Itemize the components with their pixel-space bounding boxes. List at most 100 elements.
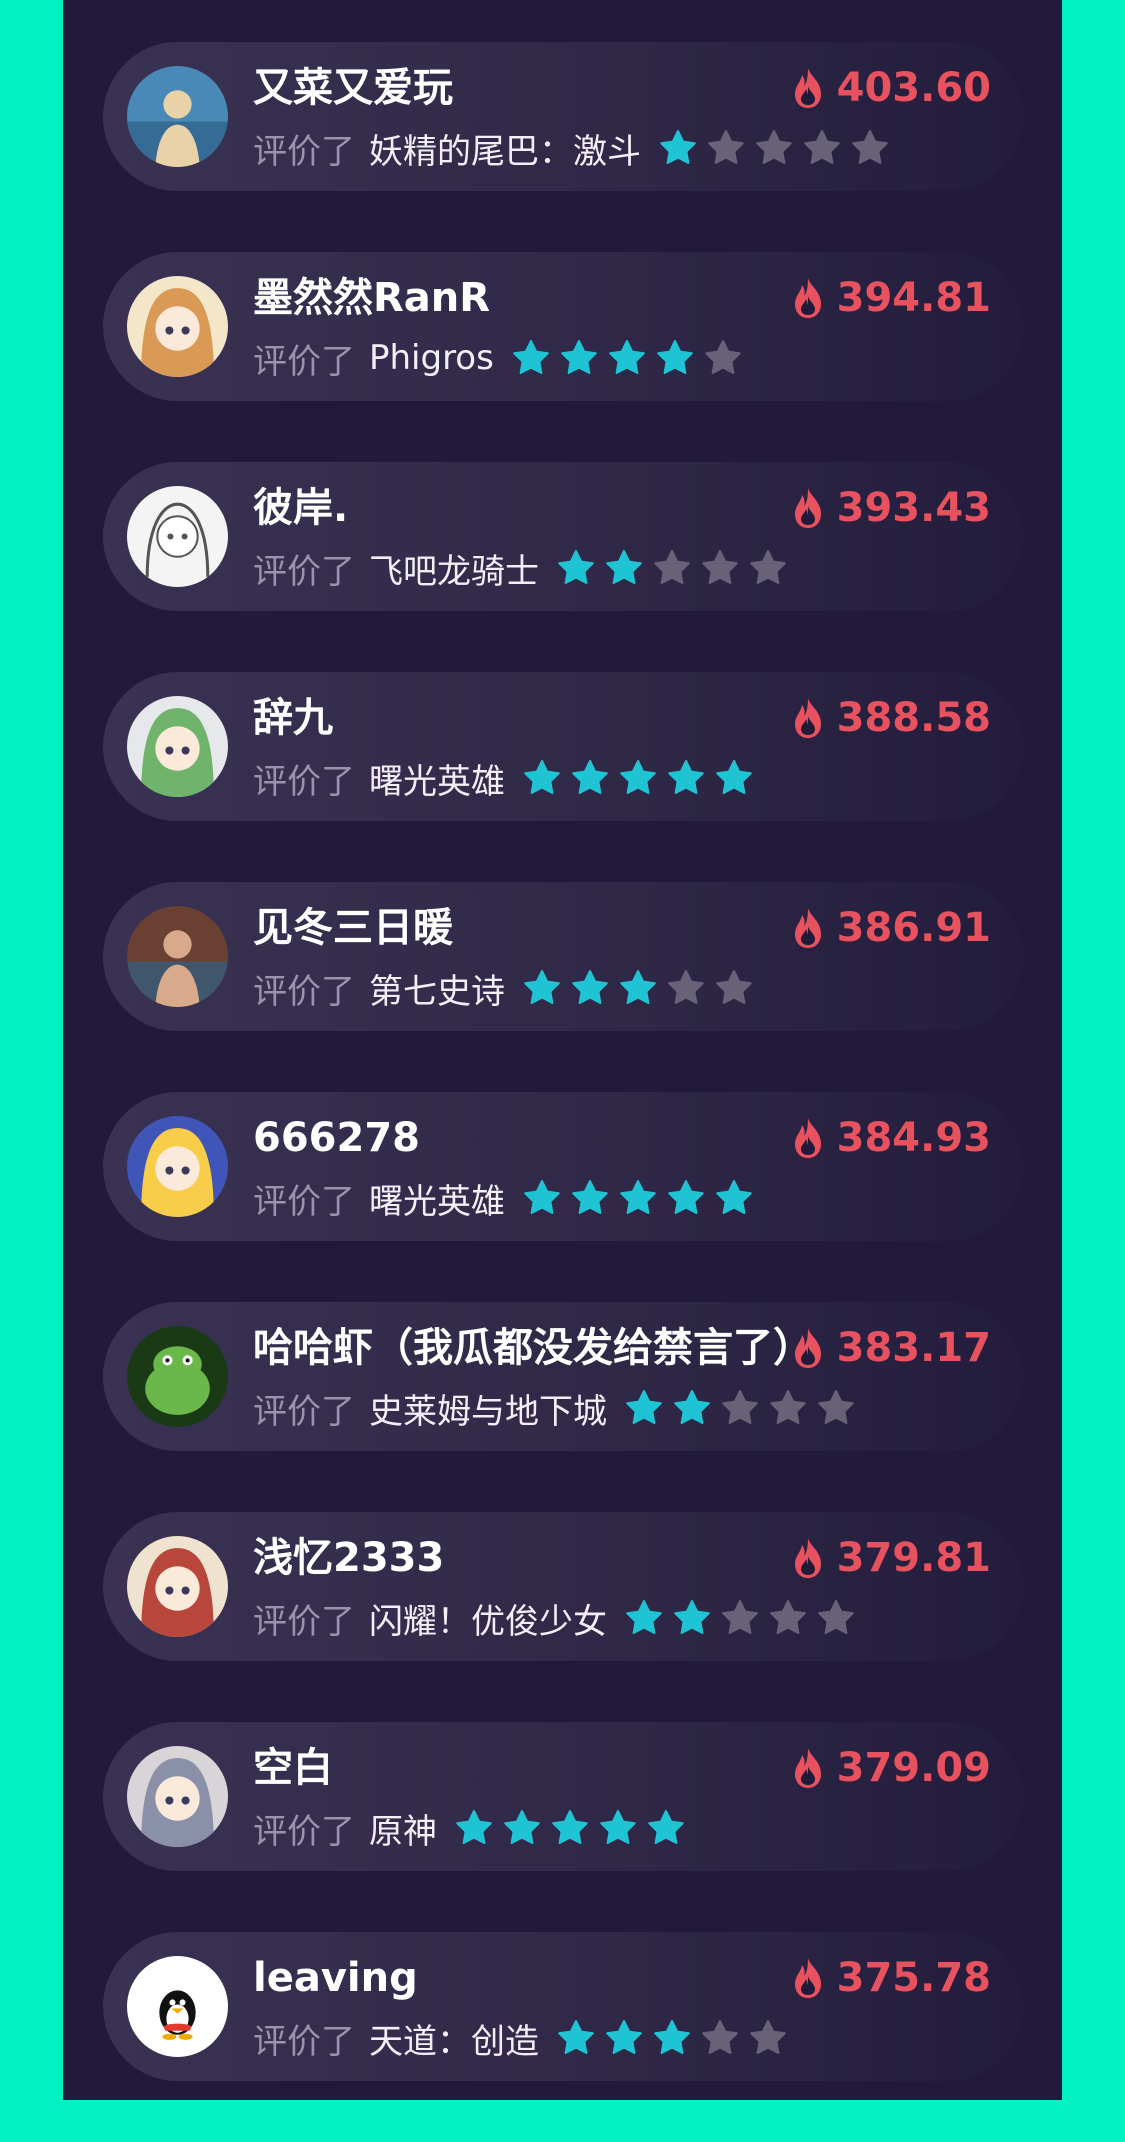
avatar[interactable] bbox=[127, 66, 228, 167]
star-empty-icon bbox=[704, 339, 742, 377]
heat-score-value: 403.60 bbox=[836, 65, 991, 111]
avatar[interactable] bbox=[127, 1326, 228, 1427]
star-empty-icon bbox=[817, 1599, 855, 1637]
star-rating bbox=[523, 969, 763, 1007]
star-empty-icon bbox=[749, 2019, 787, 2057]
game-title[interactable]: 曙光英雄 bbox=[369, 1174, 505, 1223]
heat-score: 379.09 bbox=[791, 1744, 991, 1792]
game-title[interactable]: 曙光英雄 bbox=[369, 754, 505, 803]
star-filled-icon bbox=[647, 1809, 685, 1847]
heat-score-value: 379.09 bbox=[836, 1745, 991, 1791]
user-name[interactable]: 空白 bbox=[253, 1744, 333, 1792]
review-verb: 评价了 bbox=[253, 971, 355, 1012]
review-verb: 评价了 bbox=[253, 341, 355, 382]
ranking-row-1[interactable]: 又菜又爱玩 403.60 评价了 妖精的尾巴：激斗 bbox=[103, 42, 1023, 191]
star-filled-icon bbox=[557, 549, 595, 587]
heat-score-value: 394.81 bbox=[836, 275, 991, 321]
game-title[interactable]: 妖精的尾巴：激斗 bbox=[369, 124, 641, 173]
avatar[interactable] bbox=[127, 486, 228, 587]
ranking-row-3[interactable]: 彼岸. 393.43 评价了 飞吧龙骑士 bbox=[103, 462, 1023, 611]
heat-score: 388.58 bbox=[791, 694, 991, 742]
avatar[interactable] bbox=[127, 906, 228, 1007]
star-rating bbox=[557, 549, 797, 587]
user-name[interactable]: leaving bbox=[253, 1954, 418, 2002]
avatar[interactable] bbox=[127, 1116, 228, 1217]
user-name[interactable]: 哈哈虾（我瓜都没发给禁言了） bbox=[253, 1324, 813, 1372]
ranking-row-9[interactable]: 空白 379.09 评价了 原神 bbox=[103, 1722, 1023, 1871]
star-filled-icon bbox=[455, 1809, 493, 1847]
game-title[interactable]: 飞吧龙骑士 bbox=[369, 544, 539, 593]
review-line: 评价了 Phigros bbox=[253, 336, 752, 382]
heat-score: 375.78 bbox=[791, 1954, 991, 2002]
user-name[interactable]: 彼岸. bbox=[253, 484, 348, 532]
ranking-row-7[interactable]: 哈哈虾（我瓜都没发给禁言了） 383.17 评价了 史莱姆与地下城 bbox=[103, 1302, 1023, 1451]
user-name[interactable]: 墨然然RanR bbox=[253, 274, 490, 322]
star-filled-icon bbox=[619, 1179, 657, 1217]
review-verb: 评价了 bbox=[253, 551, 355, 592]
heat-score: 386.91 bbox=[791, 904, 991, 952]
game-title[interactable]: 天道：创造 bbox=[369, 2014, 539, 2063]
ranking-row-10[interactable]: leaving 375.78 评价了 天道：创造 bbox=[103, 1932, 1023, 2081]
review-verb: 评价了 bbox=[253, 131, 355, 172]
heat-score: 384.93 bbox=[791, 1114, 991, 1162]
star-rating bbox=[512, 339, 752, 377]
avatar[interactable] bbox=[127, 1746, 228, 1847]
user-name[interactable]: 见冬三日暖 bbox=[253, 904, 453, 952]
game-title[interactable]: Phigros bbox=[369, 338, 494, 378]
heat-score: 394.81 bbox=[791, 274, 991, 322]
review-verb: 评价了 bbox=[253, 1811, 355, 1852]
game-title[interactable]: 史莱姆与地下城 bbox=[369, 1384, 607, 1433]
review-line: 评价了 妖精的尾巴：激斗 bbox=[253, 124, 899, 173]
star-filled-icon bbox=[659, 129, 697, 167]
star-filled-icon bbox=[656, 339, 694, 377]
ranking-row-8[interactable]: 浅忆2333 379.81 评价了 闪耀！优俊少女 bbox=[103, 1512, 1023, 1661]
star-filled-icon bbox=[608, 339, 646, 377]
star-filled-icon bbox=[523, 969, 561, 1007]
flame-icon bbox=[791, 1116, 825, 1160]
ranking-row-5[interactable]: 见冬三日暖 386.91 评价了 第七史诗 bbox=[103, 882, 1023, 1031]
star-empty-icon bbox=[707, 129, 745, 167]
avatar[interactable] bbox=[127, 276, 228, 377]
review-verb: 评价了 bbox=[253, 2021, 355, 2062]
star-filled-icon bbox=[512, 339, 550, 377]
game-title[interactable]: 闪耀！优俊少女 bbox=[369, 1594, 607, 1643]
flame-icon bbox=[791, 696, 825, 740]
review-verb: 评价了 bbox=[253, 1181, 355, 1222]
user-name[interactable]: 又菜又爱玩 bbox=[253, 64, 453, 112]
review-verb: 评价了 bbox=[253, 761, 355, 802]
avatar[interactable] bbox=[127, 1536, 228, 1637]
star-rating bbox=[557, 2019, 797, 2057]
ranking-row-4[interactable]: 辞九 388.58 评价了 曙光英雄 bbox=[103, 672, 1023, 821]
star-empty-icon bbox=[803, 129, 841, 167]
user-name[interactable]: 辞九 bbox=[253, 694, 333, 742]
ranking-row-6[interactable]: 666278 384.93 评价了 曙光英雄 bbox=[103, 1092, 1023, 1241]
ranking-row-2[interactable]: 墨然然RanR 394.81 评价了 Phigros bbox=[103, 252, 1023, 401]
star-filled-icon bbox=[625, 1389, 663, 1427]
star-filled-icon bbox=[619, 969, 657, 1007]
star-empty-icon bbox=[701, 2019, 739, 2057]
star-rating bbox=[659, 129, 899, 167]
star-filled-icon bbox=[673, 1389, 711, 1427]
star-rating bbox=[523, 1179, 763, 1217]
avatar[interactable] bbox=[127, 1956, 228, 2057]
flame-icon bbox=[791, 1536, 825, 1580]
heat-score: 403.60 bbox=[791, 64, 991, 112]
game-title[interactable]: 原神 bbox=[369, 1804, 437, 1853]
star-filled-icon bbox=[673, 1599, 711, 1637]
review-line: 评价了 天道：创造 bbox=[253, 2014, 797, 2063]
flame-icon bbox=[791, 486, 825, 530]
star-filled-icon bbox=[571, 759, 609, 797]
review-line: 评价了 闪耀！优俊少女 bbox=[253, 1594, 865, 1643]
heat-score-value: 375.78 bbox=[836, 1955, 991, 2001]
star-rating bbox=[625, 1599, 865, 1637]
review-verb: 评价了 bbox=[253, 1391, 355, 1432]
avatar[interactable] bbox=[127, 696, 228, 797]
review-line: 评价了 曙光英雄 bbox=[253, 1174, 763, 1223]
user-name[interactable]: 666278 bbox=[253, 1114, 420, 1162]
star-rating bbox=[455, 1809, 695, 1847]
star-filled-icon bbox=[653, 2019, 691, 2057]
user-name[interactable]: 浅忆2333 bbox=[253, 1534, 444, 1582]
flame-icon bbox=[791, 66, 825, 110]
flame-icon bbox=[791, 906, 825, 950]
game-title[interactable]: 第七史诗 bbox=[369, 964, 505, 1013]
